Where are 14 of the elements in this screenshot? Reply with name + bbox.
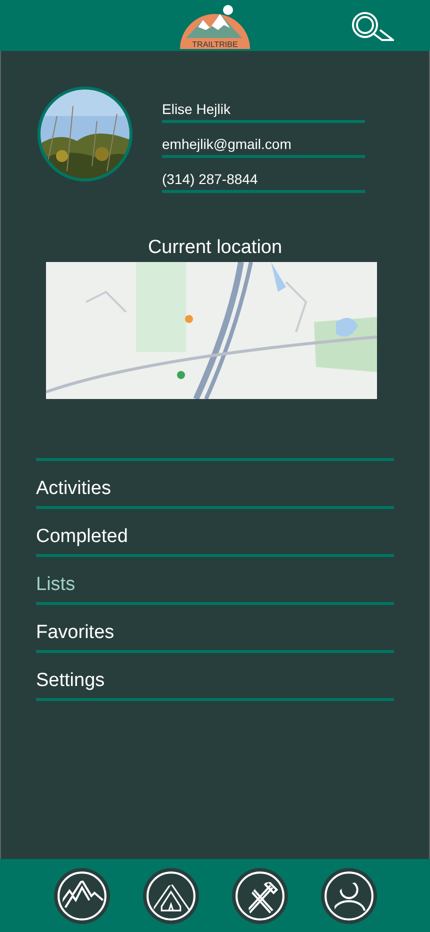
tent-icon <box>146 870 196 920</box>
profile-field[interactable]: emhejlik@gmail.com <box>162 135 365 158</box>
menu-item[interactable]: Lists <box>36 557 394 605</box>
mountains-icon <box>56 870 106 920</box>
profile-field[interactable]: (314) 287-8844 <box>162 170 365 193</box>
menu-item[interactable]: Settings <box>36 653 394 701</box>
menu-item[interactable]: Activities <box>36 461 394 509</box>
menu-item[interactable]: Favorites <box>36 605 394 653</box>
profile-icon <box>324 870 374 920</box>
location-title: Current location <box>148 237 282 259</box>
search-icon[interactable] <box>350 10 394 42</box>
menu-item[interactable]: Completed <box>36 509 394 557</box>
tools-icon <box>234 870 284 920</box>
profile-field[interactable]: Elise Hejlik <box>162 100 365 123</box>
